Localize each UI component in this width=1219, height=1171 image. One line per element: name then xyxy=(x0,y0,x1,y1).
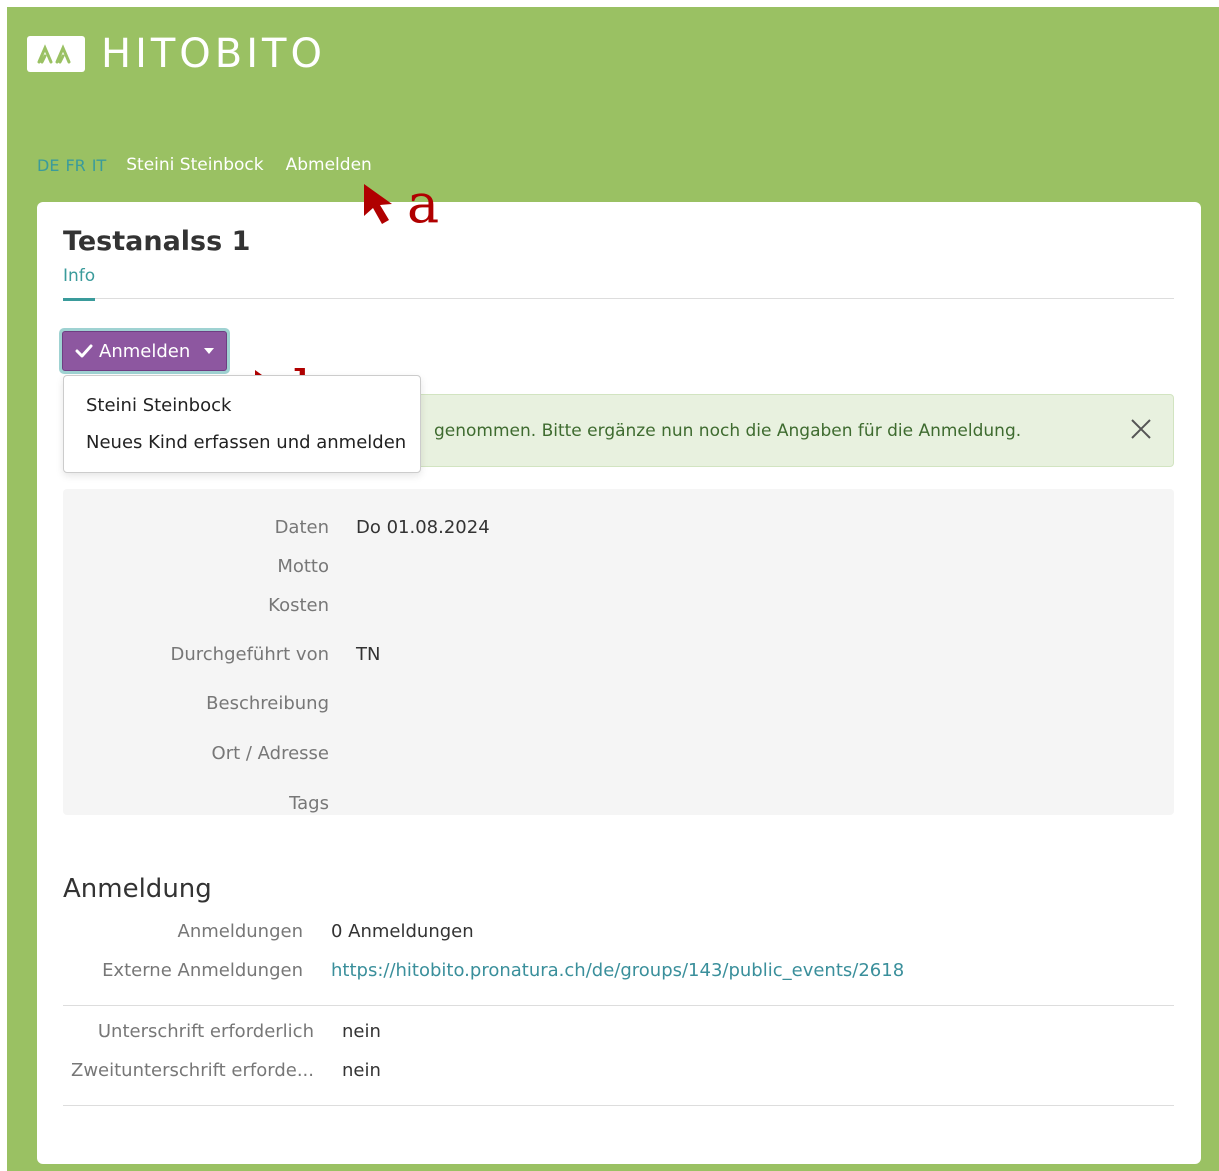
anmelden-button-label: Anmelden xyxy=(99,340,191,362)
detail-value: TN xyxy=(356,644,381,665)
annotation-arrow-icon xyxy=(364,184,392,224)
detail-value: Do 01.08.2024 xyxy=(356,517,490,538)
anmelden-dropdown-menu: Steini Steinbock Neues Kind erfassen und… xyxy=(63,375,421,473)
nav-logout-link[interactable]: Abmelden xyxy=(286,155,372,175)
divider xyxy=(63,1105,1174,1106)
brand-name: HITOBITO xyxy=(101,31,326,77)
signature-label: Zweitunterschrift erforde... xyxy=(71,1060,314,1081)
event-details-panel: Daten Do 01.08.2024 Motto Kosten Durchge… xyxy=(63,489,1174,815)
detail-label: Ort / Adresse xyxy=(211,743,329,764)
nav-user-link[interactable]: Steini Steinbock xyxy=(126,155,263,175)
divider xyxy=(63,1005,1174,1006)
signature-value: nein xyxy=(342,1021,381,1042)
annotation-label-a: a xyxy=(407,172,440,235)
detail-label: Daten xyxy=(274,517,329,538)
detail-label: Motto xyxy=(277,556,329,577)
detail-label: Tags xyxy=(289,793,329,814)
anmeldung-section-title: Anmeldung xyxy=(63,874,212,904)
language-switcher: DE FR IT xyxy=(37,156,106,175)
page-title: Testanalss 1 xyxy=(63,226,251,257)
close-icon[interactable] xyxy=(1129,417,1153,441)
detail-label: Kosten xyxy=(268,595,329,616)
dropdown-item-new-child[interactable]: Neues Kind erfassen und anmelden xyxy=(86,432,406,453)
anmelden-button-focus-ring: Anmelden xyxy=(59,328,231,374)
dropdown-item-self[interactable]: Steini Steinbock xyxy=(86,395,231,416)
external-registration-link[interactable]: https://hitobito.pronatura.ch/de/groups/… xyxy=(331,960,904,981)
lang-fr[interactable]: FR xyxy=(65,156,85,175)
alert-message: genommen. Bitte ergänze nun noch die Ang… xyxy=(434,421,1022,441)
chevron-down-icon xyxy=(204,348,215,354)
two-peaks-logo-icon xyxy=(27,36,85,72)
anmeldung-label: Externe Anmeldungen xyxy=(102,960,303,981)
signature-value: nein xyxy=(342,1060,381,1081)
detail-label: Beschreibung xyxy=(206,693,329,714)
tab-info[interactable]: Info xyxy=(63,266,96,301)
anmelden-dropdown-button[interactable]: Anmelden xyxy=(62,331,228,371)
event-card: Testanalss 1 Info Anmelden genommen. Bit… xyxy=(37,202,1201,1164)
brand[interactable]: HITOBITO xyxy=(27,31,326,77)
tab-bar: Info xyxy=(63,266,1174,301)
lang-it[interactable]: IT xyxy=(92,156,107,175)
signature-label: Unterschrift erforderlich xyxy=(97,1021,314,1042)
lang-de[interactable]: DE xyxy=(37,156,59,175)
anmeldung-value: 0 Anmeldungen xyxy=(331,921,474,942)
top-navigation: DE FR IT Steini Steinbock Abmelden xyxy=(37,155,372,175)
detail-label: Durchgeführt von xyxy=(170,644,329,665)
anmeldung-label: Anmeldungen xyxy=(177,921,303,942)
check-icon xyxy=(75,344,93,358)
